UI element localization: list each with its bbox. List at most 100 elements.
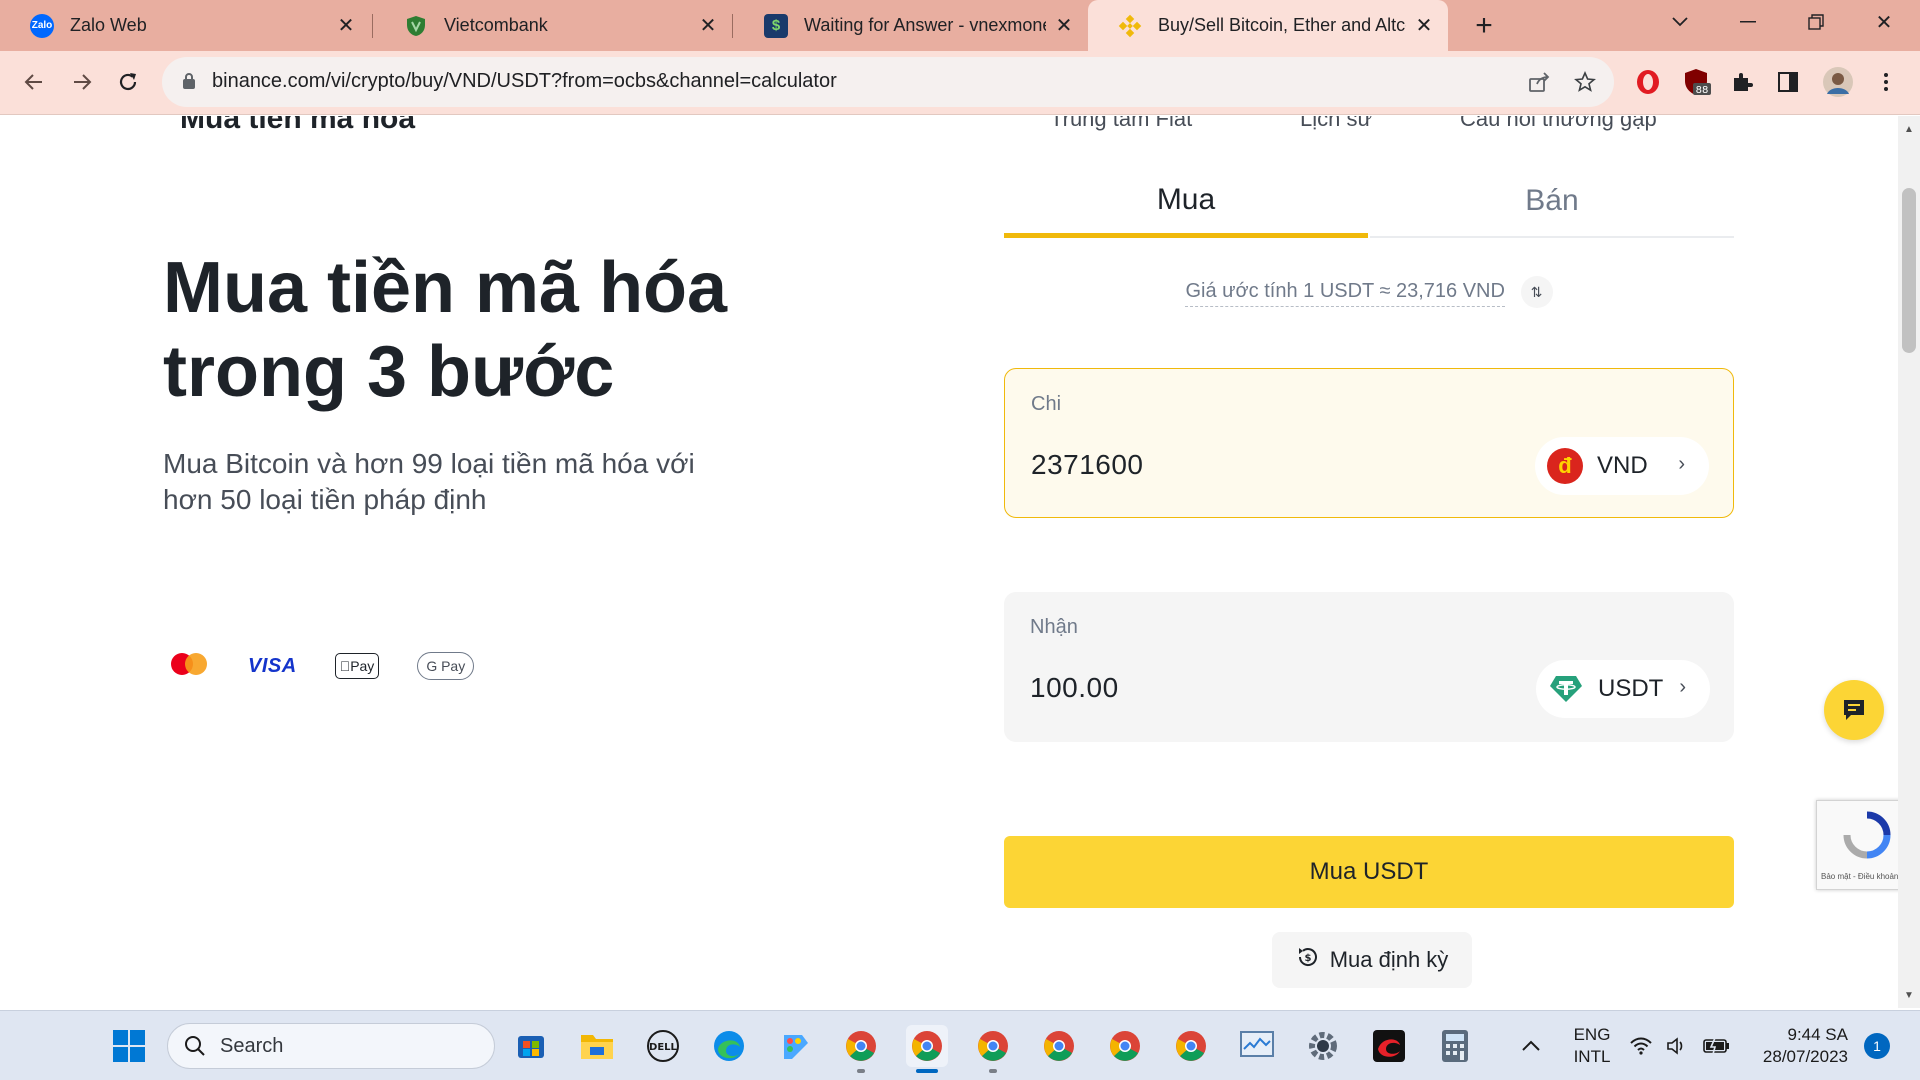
address-bar[interactable]: binance.com/vi/crypto/buy/VND/USDT?from=… bbox=[162, 57, 1614, 107]
page-scrollbar[interactable]: ▲ ▼ bbox=[1898, 116, 1920, 1008]
battery-icon[interactable] bbox=[1700, 1025, 1734, 1067]
svg-text:DELL: DELL bbox=[649, 1042, 678, 1053]
apple-pay-text: Pay bbox=[339, 658, 374, 674]
support-chat-button[interactable] bbox=[1824, 680, 1884, 740]
restore-icon[interactable] bbox=[1788, 0, 1844, 44]
currency-code: VND bbox=[1597, 452, 1648, 479]
wifi-icon[interactable] bbox=[1626, 1025, 1656, 1067]
keyboard-layout: INTL bbox=[1573, 1047, 1611, 1066]
dollar-icon: $ bbox=[764, 13, 788, 38]
scroll-up-arrow-icon[interactable]: ▲ bbox=[1898, 120, 1920, 138]
faq-link[interactable]: Câu hỏi thường gặp bbox=[1460, 116, 1657, 132]
page-viewport: Mua tiền mã hóa Trung tâm Fiat Lịch sử C… bbox=[0, 116, 1920, 1008]
tab-search-chevron-icon[interactable] bbox=[1652, 0, 1708, 44]
clock[interactable]: 9:44 SA 28/07/2023 bbox=[1748, 1024, 1848, 1068]
buy-usdt-button[interactable]: Mua USDT bbox=[1004, 836, 1734, 908]
garena-icon[interactable] bbox=[1368, 1025, 1410, 1067]
edge-icon[interactable] bbox=[708, 1025, 750, 1067]
payment-methods: VISA Pay G Pay bbox=[168, 649, 475, 683]
paint-icon[interactable] bbox=[774, 1025, 816, 1067]
chrome-profile-3-icon[interactable] bbox=[972, 1025, 1014, 1073]
side-panel-icon[interactable] bbox=[1772, 66, 1804, 98]
recurring-clock-icon: $ bbox=[1296, 945, 1320, 975]
chrome-profile-6-icon[interactable] bbox=[1170, 1025, 1212, 1067]
tab-vietcombank[interactable]: Vietcombank ✕ bbox=[374, 0, 732, 51]
lock-icon bbox=[183, 73, 195, 89]
opera-extension-icon[interactable] bbox=[1632, 66, 1664, 98]
hero-title-line: trong 3 bước bbox=[163, 332, 615, 412]
history-link[interactable]: Lịch sử bbox=[1300, 116, 1372, 132]
scrollbar-thumb[interactable] bbox=[1902, 188, 1916, 353]
browser-menu-icon[interactable] bbox=[1870, 66, 1902, 98]
notification-badge[interactable]: 1 bbox=[1864, 1033, 1890, 1059]
receive-field[interactable]: Nhận 100.00 USDT › bbox=[1004, 592, 1734, 742]
tab-vnexmoney[interactable]: $ Waiting for Answer - vnexmoney ✕ bbox=[734, 0, 1088, 51]
google-pay-icon: G Pay bbox=[417, 652, 475, 680]
extensions-puzzle-icon[interactable] bbox=[1726, 66, 1758, 98]
tab-title: Buy/Sell Bitcoin, Ether and Altcoins bbox=[1158, 15, 1406, 35]
tray-overflow-chevron-icon[interactable] bbox=[1510, 1025, 1552, 1067]
reload-icon[interactable] bbox=[110, 64, 146, 100]
mastercard-icon bbox=[168, 651, 210, 682]
dell-icon[interactable]: DELL bbox=[642, 1025, 684, 1067]
back-icon[interactable] bbox=[16, 64, 52, 100]
recurring-buy-button[interactable]: $ Mua định kỳ bbox=[1272, 932, 1472, 988]
bookmark-star-icon[interactable] bbox=[1570, 67, 1600, 97]
hero-subtitle: Mua Bitcoin và hơn 99 loại tiền mã hóa v… bbox=[163, 446, 783, 518]
search-placeholder: Search bbox=[220, 1034, 284, 1057]
close-icon[interactable]: ✕ bbox=[1414, 15, 1434, 37]
shield-icon bbox=[404, 14, 428, 38]
store-icon[interactable] bbox=[510, 1025, 552, 1067]
chrome-profile-4-icon[interactable] bbox=[1038, 1025, 1080, 1067]
fiat-center-link[interactable]: Trung tâm Fiat bbox=[1050, 116, 1192, 132]
close-icon[interactable]: ✕ bbox=[698, 15, 718, 37]
running-indicator bbox=[857, 1069, 865, 1073]
chrome-profile-1-icon[interactable] bbox=[840, 1025, 882, 1073]
recaptcha-icon bbox=[1843, 811, 1891, 859]
hero-title-line: Mua tiền mã hóa bbox=[163, 248, 728, 328]
spend-currency-selector[interactable]: đ VND › bbox=[1535, 437, 1709, 495]
tab-binance[interactable]: Buy/Sell Bitcoin, Ether and Altcoins ✕ bbox=[1088, 0, 1448, 51]
close-icon[interactable]: ✕ bbox=[1054, 15, 1074, 37]
tab-buy[interactable]: Mua bbox=[1004, 166, 1368, 238]
vnd-coin-icon: đ bbox=[1547, 448, 1583, 484]
chevron-right-icon: › bbox=[1678, 453, 1685, 475]
tab-title: Vietcombank bbox=[444, 15, 548, 35]
share-icon[interactable] bbox=[1524, 67, 1554, 97]
tab-label: Mua bbox=[1156, 182, 1216, 216]
ublock-extension-icon[interactable]: 88 bbox=[1680, 66, 1712, 98]
scroll-down-arrow-icon[interactable]: ▼ bbox=[1898, 986, 1920, 1004]
resource-monitor-icon[interactable] bbox=[1236, 1025, 1278, 1067]
clock-time: 9:44 SA bbox=[1787, 1025, 1849, 1044]
chrome-profile-2-icon[interactable] bbox=[906, 1025, 948, 1073]
receive-amount-input[interactable]: 100.00 bbox=[1030, 672, 1119, 704]
windows-start-icon[interactable] bbox=[108, 1025, 150, 1067]
spend-amount-input[interactable]: 2371600 bbox=[1031, 449, 1144, 481]
file-explorer-icon[interactable] bbox=[576, 1025, 618, 1067]
receive-currency-selector[interactable]: USDT › bbox=[1536, 660, 1710, 718]
currency-code: USDT bbox=[1598, 675, 1664, 702]
tab-title: Zalo Web bbox=[70, 15, 147, 35]
spend-field[interactable]: Chi 2371600 đ VND › bbox=[1004, 368, 1734, 518]
forward-icon[interactable] bbox=[64, 64, 100, 100]
chrome-profile-5-icon[interactable] bbox=[1104, 1025, 1146, 1067]
close-icon[interactable]: ✕ bbox=[336, 15, 356, 37]
spend-label: Chi bbox=[1031, 393, 1062, 415]
close-window-icon[interactable]: ✕ bbox=[1856, 0, 1912, 44]
settings-gear-icon[interactable] bbox=[1302, 1025, 1344, 1067]
tab-separator bbox=[372, 14, 373, 38]
tab-zalo[interactable]: Zalo Zalo Web ✕ bbox=[0, 0, 370, 51]
volume-icon[interactable] bbox=[1662, 1025, 1692, 1067]
hero-subtitle-line: Mua Bitcoin và hơn 99 loại tiền mã hóa v… bbox=[163, 448, 695, 479]
buy-sell-tabs: Mua Bán bbox=[1004, 166, 1734, 238]
swap-direction-icon[interactable]: ⇅ bbox=[1520, 276, 1553, 308]
minimize-icon[interactable] bbox=[1720, 0, 1776, 44]
new-tab-button[interactable]: + bbox=[1466, 8, 1502, 44]
url-text[interactable]: binance.com/vi/crypto/buy/VND/USDT?from=… bbox=[212, 70, 837, 93]
tab-sell[interactable]: Bán bbox=[1370, 166, 1734, 238]
profile-avatar[interactable] bbox=[1822, 66, 1854, 98]
taskbar-search-input[interactable]: Search bbox=[167, 1023, 495, 1069]
language-indicator[interactable]: ENG INTL bbox=[1562, 1024, 1622, 1068]
link-text: Trung tâm Fiat bbox=[1050, 116, 1193, 131]
calculator-icon[interactable] bbox=[1434, 1025, 1476, 1067]
